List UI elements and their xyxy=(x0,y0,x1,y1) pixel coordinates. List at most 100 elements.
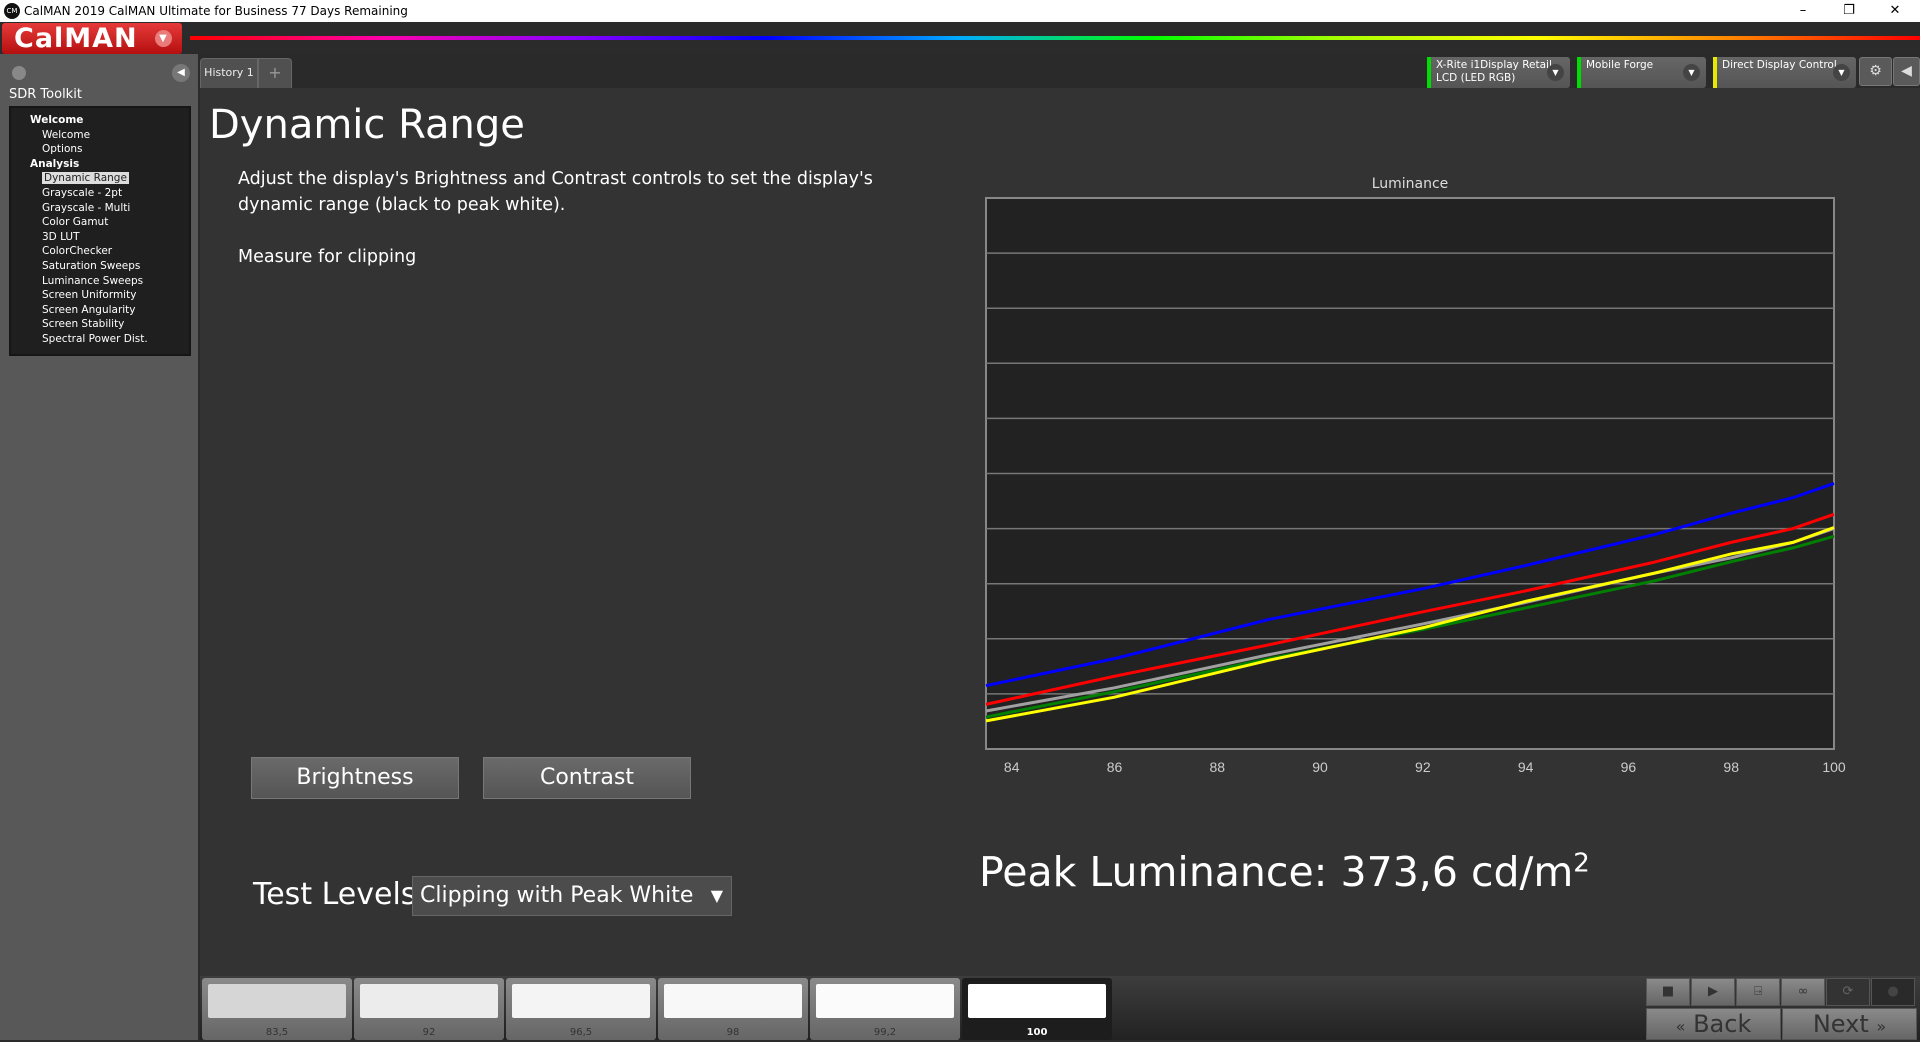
tree-item-label: ColorChecker xyxy=(42,245,113,258)
x-tick-label: 86 xyxy=(1107,759,1123,775)
chevron-down-icon: ▼ xyxy=(155,30,172,47)
tree-item-label: Screen Angularity xyxy=(42,303,136,316)
tree-item[interactable]: Options xyxy=(11,142,189,157)
instructions: Adjust the display's Brightness and Cont… xyxy=(238,169,873,215)
swatch-label: 99,2 xyxy=(873,1027,897,1038)
tree-item-label: Screen Uniformity xyxy=(42,289,137,302)
swatch-color xyxy=(968,984,1106,1018)
sidebar-title: SDR Toolkit xyxy=(9,87,82,102)
unit-superscript: 2 xyxy=(1573,848,1590,879)
peak-luminance: Peak Luminance: 373,6 cd/m2 xyxy=(979,848,1590,896)
tree-item[interactable]: Screen Stability xyxy=(11,317,189,332)
test-levels-select[interactable]: Clipping with Peak White ▼ xyxy=(412,876,732,916)
tree-item[interactable]: Screen Angularity xyxy=(11,303,189,318)
meter-selector[interactable]: X-Rite i1Display Retail LCD (LED RGB) ▼ xyxy=(1427,57,1570,88)
tree-item-label: Saturation Sweeps xyxy=(42,259,141,272)
luminance-chart: 84 86 88 90 92 94 96 98 100 xyxy=(985,197,1846,775)
tree-item[interactable]: Dynamic Range xyxy=(11,171,189,186)
settings-gear-icon[interactable]: ⚙ xyxy=(1859,57,1892,86)
tree-item[interactable]: Screen Uniformity xyxy=(11,288,189,303)
collapse-sidebar-button[interactable]: ◀ xyxy=(172,64,190,82)
tree-item-label: Luminance Sweeps xyxy=(42,274,144,287)
tree-item[interactable]: 3D LUT xyxy=(11,230,189,245)
restore-button[interactable]: ❐ xyxy=(1826,0,1872,22)
swatch-color xyxy=(208,984,346,1018)
swatch-4[interactable]: 99,2 xyxy=(810,978,960,1040)
stop-button[interactable]: ■ xyxy=(1646,978,1690,1006)
tree-item-label: Screen Stability xyxy=(42,318,125,331)
page-title: Dynamic Range xyxy=(209,102,525,148)
play-button[interactable]: ▶ xyxy=(1691,978,1735,1006)
brightness-button[interactable]: Brightness xyxy=(251,757,459,799)
test-levels-value: Clipping with Peak White xyxy=(420,883,694,908)
tree-item[interactable]: Saturation Sweeps xyxy=(11,259,189,274)
tree-item[interactable]: Color Gamut xyxy=(11,215,189,230)
status-bar xyxy=(1427,57,1431,88)
x-tick-label: 88 xyxy=(1209,759,1225,775)
tree-item[interactable]: Grayscale - 2pt xyxy=(11,186,189,201)
record-button[interactable]: ● xyxy=(1871,978,1915,1006)
close-button[interactable]: ✕ xyxy=(1872,0,1918,22)
swatch-color xyxy=(512,984,650,1018)
next-label: Next xyxy=(1812,1010,1869,1038)
display-selector[interactable]: Direct Display Control ▼ xyxy=(1713,57,1856,88)
save-button[interactable]: ⍈ xyxy=(1736,978,1780,1006)
pattern-source-selector[interactable]: Mobile Forge ▼ xyxy=(1577,57,1706,88)
chevron-down-icon: ▼ xyxy=(1683,64,1700,81)
add-tab-button[interactable]: + xyxy=(258,58,292,88)
tree-item-label: Dynamic Range xyxy=(42,172,129,185)
collapse-right-button[interactable]: ◀ xyxy=(1893,57,1920,86)
rainbow-bar xyxy=(190,36,1920,40)
tree-item-label: Spectral Power Dist. xyxy=(42,332,148,345)
swatch-label: 96,5 xyxy=(569,1027,593,1038)
status-bar xyxy=(1577,57,1581,88)
chevron-down-icon: ▼ xyxy=(1547,64,1564,81)
next-button[interactable]: Next » xyxy=(1782,1008,1917,1040)
tree-item[interactable]: Grayscale - Multi xyxy=(11,201,189,216)
swatch-label: 100 xyxy=(1026,1027,1048,1038)
tree-item-label: Grayscale - Multi xyxy=(42,201,131,214)
next-chevron-icon: » xyxy=(1876,1017,1887,1036)
tree-item-label: Grayscale - 2pt xyxy=(42,186,123,199)
refresh-button[interactable]: ⟳ xyxy=(1826,978,1870,1006)
swatch-color xyxy=(664,984,802,1018)
x-tick-label: 98 xyxy=(1723,759,1739,775)
workflow-tree: Welcome Welcome Options Analysis Dynamic Ran… xyxy=(9,106,191,356)
test-levels-label: Test Levels: xyxy=(253,877,427,912)
x-tick-label: 90 xyxy=(1312,759,1328,775)
back-chevron-icon: « xyxy=(1675,1017,1686,1036)
dropdown-arrow-icon: ▼ xyxy=(710,886,723,905)
tree-item-label: 3D LUT xyxy=(42,230,80,243)
swatch-3[interactable]: 98 xyxy=(658,978,808,1040)
swatch-label: 92 xyxy=(422,1027,436,1038)
tree-group[interactable]: Analysis xyxy=(11,157,189,172)
x-tick-label: 94 xyxy=(1518,759,1534,775)
continuous-button[interactable]: ∞ xyxy=(1781,978,1825,1006)
logo-text: CalMAN xyxy=(14,23,138,54)
tree-item[interactable]: Luminance Sweeps xyxy=(11,274,189,289)
tree-group[interactable]: Welcome xyxy=(11,113,189,128)
swatch-2[interactable]: 96,5 xyxy=(506,978,656,1040)
swatch-5[interactable]: 100 xyxy=(962,978,1112,1040)
measure-instructions: Measure for clipping xyxy=(238,247,417,267)
status-bar xyxy=(1713,57,1717,88)
tree-item[interactable]: ColorChecker xyxy=(11,244,189,259)
contrast-button[interactable]: Contrast xyxy=(483,757,691,799)
app-icon: CM xyxy=(4,3,20,19)
swatch-0[interactable]: 83,5 xyxy=(202,978,352,1040)
tree-item[interactable]: Spectral Power Dist. xyxy=(11,332,189,347)
tree-item[interactable]: Welcome xyxy=(11,128,189,143)
tree-item-label: Welcome xyxy=(42,128,91,141)
minimize-button[interactable]: – xyxy=(1780,0,1826,22)
x-tick-label: 92 xyxy=(1415,759,1431,775)
swatch-label: 83,5 xyxy=(265,1027,289,1038)
swatch-color xyxy=(816,984,954,1018)
status-dot-icon xyxy=(12,66,26,80)
tab-history-1[interactable]: History 1 xyxy=(200,58,258,88)
back-button[interactable]: « Back xyxy=(1646,1008,1781,1040)
swatch-1[interactable]: 92 xyxy=(354,978,504,1040)
window-title: CalMAN 2019 CalMAN Ultimate for Business… xyxy=(24,4,408,18)
calman-menu-button[interactable]: CalMAN ▼ xyxy=(2,23,182,54)
swatch-color xyxy=(360,984,498,1018)
chevron-down-icon: ▼ xyxy=(1833,64,1850,81)
